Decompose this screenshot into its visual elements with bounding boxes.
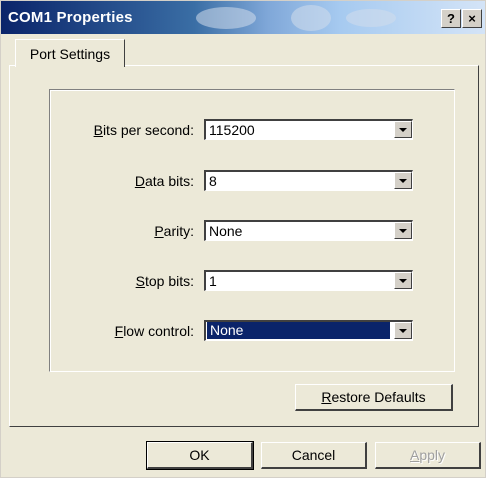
- apply-button[interactable]: Apply: [375, 442, 481, 469]
- bits-per-second-value: 115200: [209, 122, 255, 138]
- ok-label: OK: [189, 447, 210, 463]
- close-icon: ×: [468, 11, 476, 26]
- cancel-button[interactable]: Cancel: [261, 442, 367, 469]
- parity-select[interactable]: None: [204, 220, 413, 241]
- chevron-down-icon[interactable]: [394, 222, 412, 239]
- window-title: COM1 Properties: [8, 9, 133, 26]
- flow-control-select[interactable]: None: [204, 320, 413, 341]
- title-bar[interactable]: COM1 Properties ? ×: [1, 1, 485, 34]
- bits-per-second-select[interactable]: 115200: [204, 119, 413, 140]
- stop-bits-label: Stop bits:: [135, 273, 194, 289]
- chevron-down-icon[interactable]: [394, 172, 412, 189]
- stop-bits-select[interactable]: 1: [204, 270, 413, 291]
- chevron-down-icon[interactable]: [394, 121, 412, 138]
- data-bits-label: Data bits:: [134, 173, 194, 189]
- close-button[interactable]: ×: [462, 9, 482, 28]
- tab-label: Port Settings: [29, 46, 111, 62]
- parity-label: Parity:: [154, 223, 194, 239]
- bits-per-second-label: Bits per second:: [93, 122, 194, 138]
- data-bits-value: 8: [209, 173, 217, 189]
- tab-port-settings[interactable]: Port Settings: [15, 39, 125, 67]
- data-bits-select[interactable]: 8: [204, 170, 413, 191]
- ok-button[interactable]: OK: [146, 441, 254, 470]
- com1-properties-dialog: COM1 Properties ? × Port Settings Bits p…: [0, 0, 486, 478]
- chevron-down-icon[interactable]: [394, 272, 412, 289]
- help-button[interactable]: ?: [441, 9, 461, 28]
- stop-bits-value: 1: [209, 273, 217, 289]
- restore-defaults-button[interactable]: Restore Defaults: [295, 384, 453, 411]
- parity-value: None: [209, 223, 243, 239]
- chevron-down-icon[interactable]: [394, 322, 412, 339]
- help-icon: ?: [447, 11, 455, 26]
- cancel-label: Cancel: [291, 447, 336, 463]
- flow-control-value: None: [207, 322, 390, 339]
- flow-control-label: Flow control:: [114, 323, 194, 339]
